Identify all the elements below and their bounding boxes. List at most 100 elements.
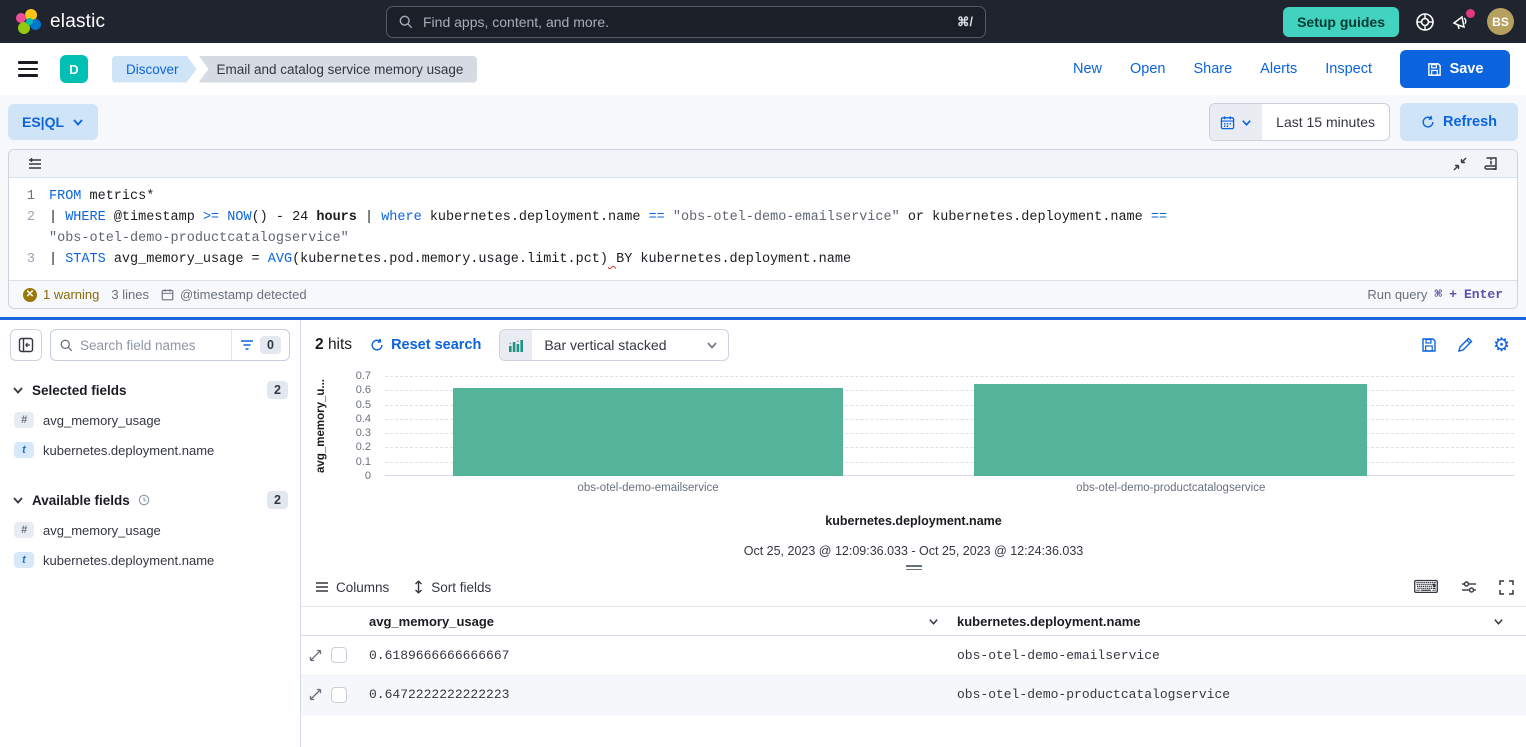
alerts-button[interactable]: Alerts xyxy=(1260,61,1297,77)
field-item[interactable]: # avg_memory_usage xyxy=(10,405,290,435)
menu-icon[interactable] xyxy=(16,57,40,80)
table-row: 0.6472222222222223 obs-otel-demo-product… xyxy=(301,676,1526,716)
line-number: 1 xyxy=(9,186,49,207)
chevron-down-icon xyxy=(72,116,84,128)
row-checkbox[interactable] xyxy=(331,647,347,663)
columns-button[interactable]: Columns xyxy=(315,580,389,595)
cell-deployment-name: obs-otel-demo-emailservice xyxy=(953,648,1518,663)
save-button[interactable]: Save xyxy=(1400,50,1510,88)
table-row: 0.6189666666666667 obs-otel-demo-emailse… xyxy=(301,636,1526,676)
setup-guides-button[interactable]: Setup guides xyxy=(1283,7,1399,37)
global-search-input[interactable]: Find apps, content, and more. ⌘/ xyxy=(386,6,986,38)
open-button[interactable]: Open xyxy=(1130,61,1165,77)
field-search-input[interactable]: Search field names 0 xyxy=(50,329,290,361)
selected-fields-section[interactable]: Selected fields 2 xyxy=(12,381,288,399)
user-avatar[interactable]: BS xyxy=(1487,8,1514,35)
hits-count: 2 hits xyxy=(315,336,352,354)
elastic-logo[interactable] xyxy=(16,9,42,35)
collapse-sidebar-icon[interactable] xyxy=(10,329,42,361)
x-axis-ticks: obs-otel-demo-emailservice obs-otel-demo… xyxy=(385,482,1514,498)
x-axis-title: kubernetes.deployment.name xyxy=(301,514,1526,528)
save-visualization-icon[interactable] xyxy=(1421,337,1437,353)
chevron-down-icon xyxy=(12,384,24,396)
chart-resize-handle[interactable] xyxy=(906,565,922,570)
warnings-badge[interactable]: ✕ 1 warning xyxy=(23,287,99,302)
refresh-button[interactable]: Refresh xyxy=(1400,103,1518,141)
chevron-down-icon[interactable] xyxy=(1493,616,1504,627)
chart-bar[interactable] xyxy=(974,384,1367,476)
share-button[interactable]: Share xyxy=(1193,61,1232,77)
sort-fields-button[interactable]: Sort fields xyxy=(413,580,491,595)
documentation-icon[interactable] xyxy=(1476,154,1507,174)
code-line-1: FROM metrics* xyxy=(49,186,154,207)
number-field-icon: # xyxy=(14,412,34,428)
calendar-dropdown[interactable] xyxy=(1210,104,1262,140)
queries-history-icon[interactable] xyxy=(19,155,51,173)
row-checkbox[interactable] xyxy=(331,687,347,703)
line-number xyxy=(9,228,49,249)
keyboard-shortcuts-icon[interactable]: ⌨ xyxy=(1413,578,1439,596)
cell-deployment-name: obs-otel-demo-productcatalogservice xyxy=(953,687,1518,702)
edit-visualization-icon[interactable] xyxy=(1457,337,1473,353)
breadcrumb-discover[interactable]: Discover xyxy=(112,56,197,83)
inspect-button[interactable]: Inspect xyxy=(1325,61,1372,77)
refresh-icon xyxy=(370,338,384,352)
code-line-2: | WHERE @timestamp >= NOW() - 24 hours |… xyxy=(49,207,1167,228)
line-count: 3 lines xyxy=(111,287,149,302)
clock-icon xyxy=(138,494,150,506)
sort-icon xyxy=(413,580,424,594)
chevron-down-icon[interactable] xyxy=(928,616,939,627)
field-item[interactable]: # avg_memory_usage xyxy=(10,515,290,545)
reset-search-button[interactable]: Reset search xyxy=(370,337,481,353)
available-fields-section[interactable]: Available fields 2 xyxy=(12,491,288,509)
field-item[interactable]: t kubernetes.deployment.name xyxy=(10,435,290,465)
field-filter-button[interactable]: 0 xyxy=(231,330,289,360)
new-button[interactable]: New xyxy=(1073,61,1102,77)
save-icon xyxy=(1427,62,1442,77)
time-range-value[interactable]: Last 15 minutes xyxy=(1262,104,1389,140)
timestamp-detected: @timestamp detected xyxy=(161,287,307,302)
text-field-icon: t xyxy=(14,442,34,458)
chevron-down-icon xyxy=(706,339,718,351)
display-options-icon[interactable] xyxy=(1461,580,1477,594)
news-feed-icon[interactable] xyxy=(1451,12,1471,32)
cell-avg-memory: 0.6472222222222223 xyxy=(365,687,953,702)
brand-name: elastic xyxy=(50,11,105,33)
search-icon xyxy=(60,339,73,352)
gear-icon[interactable]: ⚙ xyxy=(1493,336,1510,355)
help-icon[interactable] xyxy=(1415,12,1435,32)
expand-row-icon[interactable] xyxy=(309,688,322,701)
column-header-avg-memory[interactable]: avg_memory_usage xyxy=(365,614,953,629)
editor-toolbar xyxy=(9,150,1517,178)
time-range-note: Oct 25, 2023 @ 12:09:36.033 - Oct 25, 20… xyxy=(301,544,1526,558)
field-item[interactable]: t kubernetes.deployment.name xyxy=(10,545,290,575)
shrink-editor-icon[interactable] xyxy=(1444,154,1476,174)
field-search-placeholder: Search field names xyxy=(80,338,231,353)
selected-count-badge: 2 xyxy=(267,381,288,399)
filter-count-badge: 0 xyxy=(260,336,281,354)
bar-chart: avg_memory_u... 0.7 0.6 0.5 0.4 0.3 0.2 … xyxy=(301,374,1526,492)
notification-dot xyxy=(1466,9,1475,18)
table-header-row: avg_memory_usage kubernetes.deployment.n… xyxy=(301,606,1526,636)
column-header-deployment-name[interactable]: kubernetes.deployment.name xyxy=(953,614,1518,629)
chevron-down-icon xyxy=(12,494,24,506)
chart-type-select[interactable]: Bar vertical stacked xyxy=(499,329,729,361)
expand-row-icon[interactable] xyxy=(309,649,322,662)
calendar-icon xyxy=(161,288,174,301)
global-header: elastic Find apps, content, and more. ⌘/… xyxy=(0,0,1526,43)
esql-code-input[interactable]: 1FROM metrics* 2| WHERE @timestamp >= NO… xyxy=(9,178,1517,280)
run-query-hint[interactable]: Run query ⌘ + Enter xyxy=(1367,287,1503,302)
fields-sidebar: Search field names 0 Selected fields 2 #… xyxy=(0,320,301,747)
fullscreen-icon[interactable] xyxy=(1499,580,1514,595)
space-avatar[interactable]: D xyxy=(60,55,88,83)
chart-bar[interactable] xyxy=(453,388,844,476)
available-count-badge: 2 xyxy=(267,491,288,509)
number-field-icon: # xyxy=(14,522,34,538)
query-mode-dropdown[interactable]: ES|QL xyxy=(8,104,98,140)
text-field-icon: t xyxy=(14,552,34,568)
bar-chart-icon xyxy=(500,330,532,360)
y-axis-label: avg_memory_u... xyxy=(315,376,327,476)
warning-icon: ✕ xyxy=(23,288,37,302)
date-picker: Last 15 minutes xyxy=(1209,103,1390,141)
plot-area xyxy=(385,376,1514,476)
